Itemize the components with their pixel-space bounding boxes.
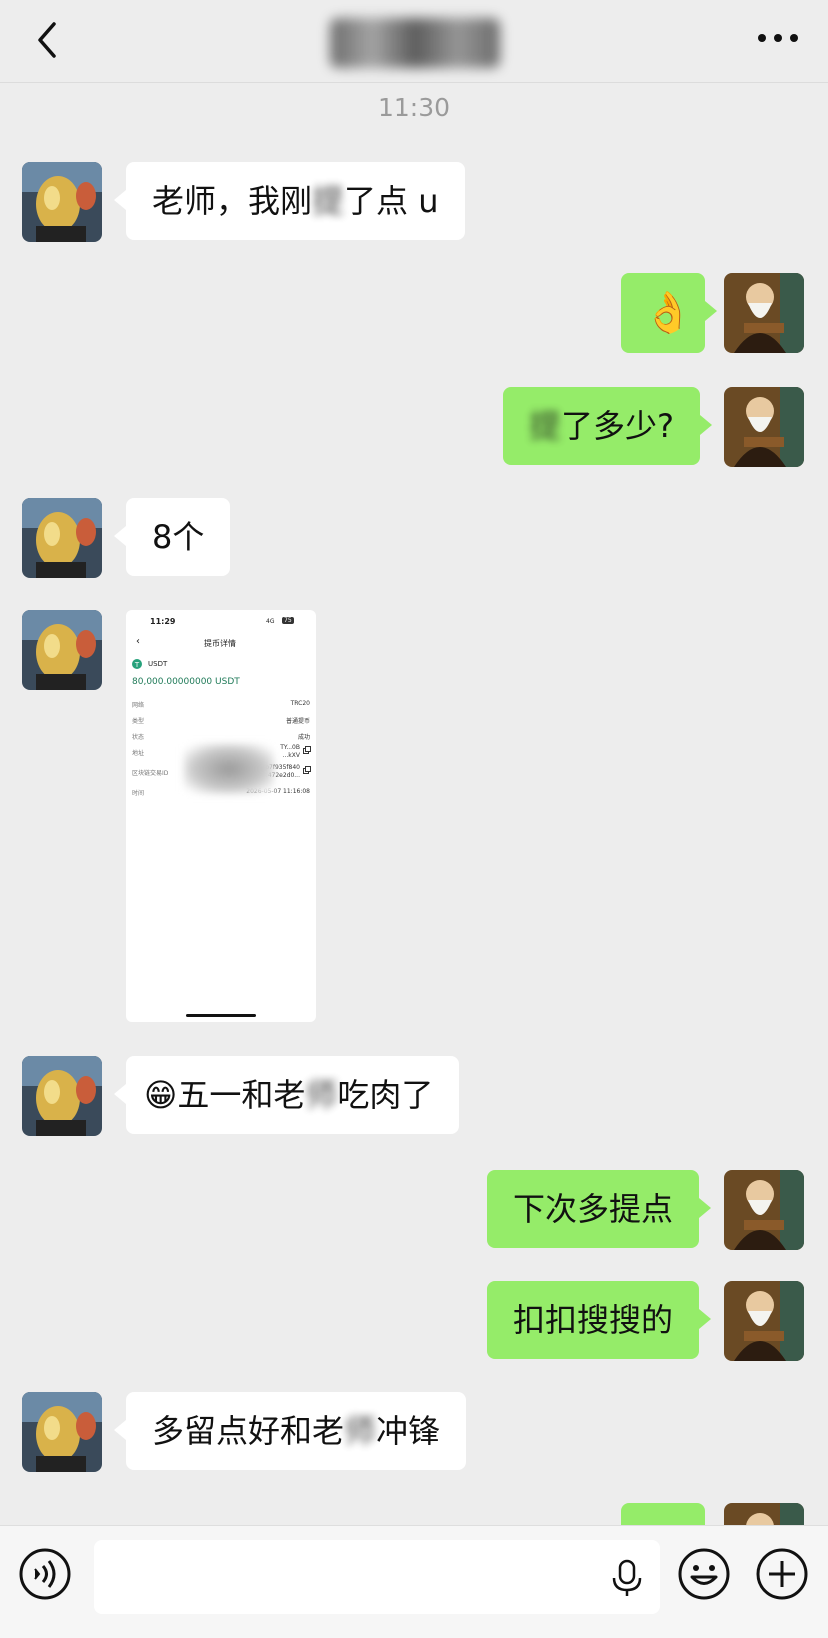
my-avatar[interactable] — [724, 273, 804, 353]
message-text: 冲锋 — [376, 1412, 441, 1450]
outgoing-message[interactable]: 扣扣搜搜的 — [487, 1281, 712, 1359]
my-avatar[interactable] — [724, 1281, 804, 1361]
input-bar — [0, 1525, 828, 1638]
message-text: 8个 — [152, 518, 205, 556]
ok-hand-emoji: 👌 — [643, 290, 693, 336]
incoming-message[interactable]: 😁五一和老师吃肉了 — [113, 1056, 460, 1134]
message-text: 吃肉了 — [337, 1076, 434, 1114]
message-text: 下次多提点 — [513, 1190, 674, 1228]
voice-toggle-icon[interactable] — [17, 1546, 73, 1602]
message-text: 了点 u — [344, 182, 439, 220]
message-text-blurred: 提 — [312, 182, 345, 220]
coin-name: USDT — [148, 660, 168, 668]
my-avatar[interactable] — [724, 387, 804, 467]
incoming-message[interactable]: 8个 — [113, 498, 231, 576]
chevron-left-icon[interactable] — [28, 18, 68, 62]
contact-avatar[interactable] — [22, 610, 102, 690]
outgoing-message[interactable]: 👌 — [621, 273, 717, 353]
message-text: 多留点好和老 — [152, 1412, 345, 1450]
copy-icon — [303, 766, 311, 774]
chat-header — [0, 0, 828, 83]
plus-icon[interactable] — [754, 1546, 810, 1602]
chat-title-blurred — [330, 18, 500, 68]
contact-avatar[interactable] — [22, 498, 102, 578]
outgoing-message[interactable]: 下次多提点 — [487, 1170, 712, 1248]
detail-label: 类型 — [132, 718, 145, 725]
status-time: 11:29 — [150, 617, 176, 626]
more-dots-icon[interactable] — [756, 30, 800, 46]
message-text: 了多少? — [561, 407, 675, 445]
detail-value: 普通提币 — [285, 718, 310, 725]
incoming-message[interactable]: 老师，我刚提了点 u — [114, 162, 465, 240]
detail-label: 地址 — [132, 750, 145, 757]
chevron-left-icon: ‹ — [136, 636, 140, 647]
redacted-address — [184, 744, 274, 794]
contact-avatar[interactable] — [22, 162, 102, 242]
message-text: 老师，我刚 — [152, 182, 313, 220]
message-text: 😁五一和老 — [144, 1076, 306, 1114]
message-text-blurred: 师 — [344, 1412, 377, 1450]
contact-avatar[interactable] — [22, 1392, 102, 1472]
outgoing-message[interactable]: 提了多少? — [503, 387, 713, 465]
screen-title: 提币详情 — [204, 639, 236, 648]
detail-label: 区块链交易ID — [132, 770, 169, 777]
message-text-blurred: 提 — [529, 407, 562, 445]
image-message[interactable]: 11:29 4G 75 ‹ 提币详情 T USDT 80,000.0000000… — [126, 610, 316, 1022]
detail-value: TY...0B ...kXV — [280, 744, 300, 759]
home-indicator — [186, 1014, 256, 1017]
detail-label: 状态 — [132, 734, 145, 741]
usdt-coin-icon: T — [132, 659, 142, 669]
detail-label: 时间 — [132, 790, 145, 797]
my-avatar[interactable] — [724, 1170, 804, 1250]
detail-value: TRC20 — [290, 700, 310, 707]
message-input[interactable] — [94, 1540, 660, 1614]
emoji-icon[interactable] — [676, 1546, 732, 1602]
svg-text:T: T — [134, 661, 140, 669]
message-text: 扣扣搜搜的 — [513, 1301, 674, 1339]
network-indicator: 4G — [266, 618, 275, 625]
detail-label: 网络 — [132, 702, 145, 709]
contact-avatar[interactable] — [22, 1056, 102, 1136]
message-timestamp: 11:30 — [377, 93, 451, 122]
mic-icon[interactable] — [609, 1558, 645, 1598]
battery-indicator: 75 — [282, 617, 294, 624]
withdraw-amount: 80,000.00000000 USDT — [132, 677, 240, 687]
message-text-blurred: 师 — [305, 1076, 338, 1114]
incoming-message[interactable]: 多留点好和老师冲锋 — [113, 1392, 467, 1470]
detail-value: 成功 — [297, 734, 310, 741]
copy-icon — [303, 746, 311, 754]
